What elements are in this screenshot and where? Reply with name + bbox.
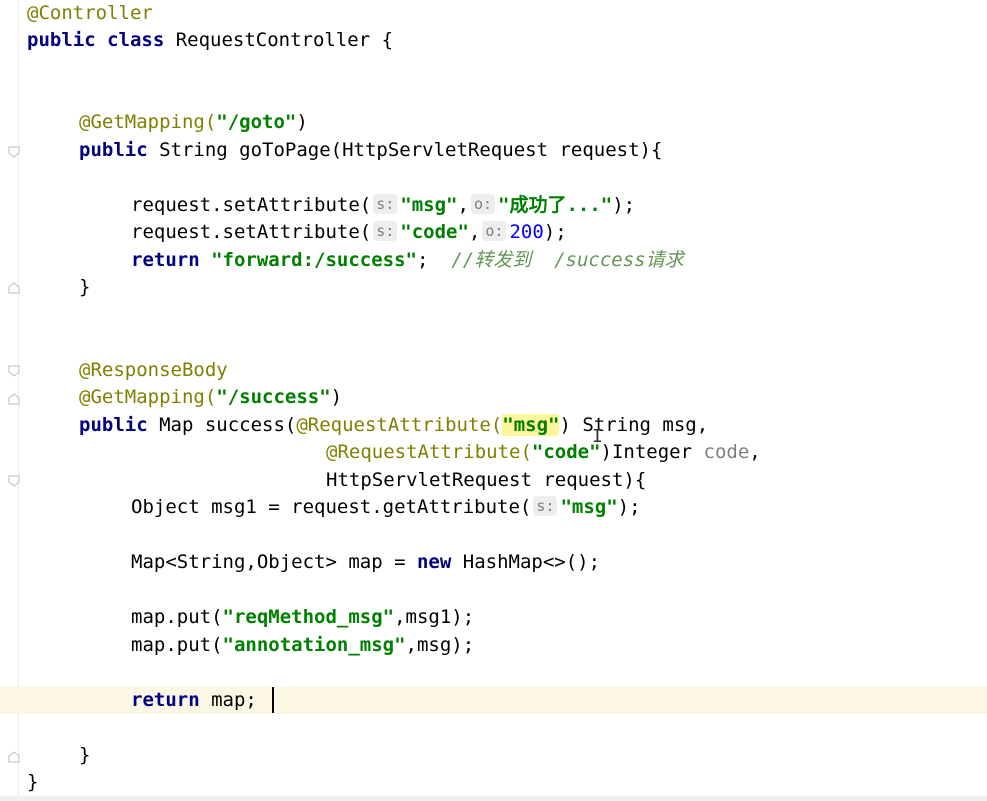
parameter-hint: s: xyxy=(373,194,398,214)
string-literal: "msg" xyxy=(400,194,458,216)
code-text: ); xyxy=(612,194,636,216)
code-text: ) xyxy=(330,386,343,408)
code-line[interactable]: @GetMapping("/success") xyxy=(79,384,342,411)
string-literal: "reqMethod_msg" xyxy=(222,606,395,628)
string-literal: "annotation_msg" xyxy=(222,634,406,656)
fold-open-icon[interactable] xyxy=(8,475,20,487)
code-line[interactable]: @RequestAttribute("code")Integer code, xyxy=(326,439,761,466)
code-text: request.setAttribute( xyxy=(131,194,372,216)
code-text: map; xyxy=(199,689,257,711)
code-text: ,msg1); xyxy=(394,606,475,628)
fold-open-icon[interactable] xyxy=(8,365,20,377)
code-line[interactable]: } xyxy=(79,742,90,769)
code-line[interactable]: @ResponseBody xyxy=(79,357,228,384)
code-text: request.setAttribute( xyxy=(131,221,372,243)
ibeam-cursor-icon: I xyxy=(592,426,603,447)
code-text: map.put( xyxy=(131,634,223,656)
code-text: HttpServletRequest request){ xyxy=(326,469,647,491)
number-literal: 200 xyxy=(509,221,544,243)
code-line[interactable]: } xyxy=(27,769,38,796)
annotation: @RequestAttribute( xyxy=(326,441,532,463)
code-text: , xyxy=(468,221,481,243)
code-line[interactable]: @GetMapping("/goto") xyxy=(79,109,308,136)
string-literal: "code" xyxy=(400,221,469,243)
string-literal: "成功了..." xyxy=(498,194,613,216)
unused-parameter: code xyxy=(703,441,750,463)
code-line[interactable]: map.put("reqMethod_msg",msg1); xyxy=(131,604,474,631)
code-text: Map success( xyxy=(147,414,297,436)
parameter-hint: o: xyxy=(482,221,507,241)
fold-close-icon[interactable] xyxy=(8,282,20,294)
code-text: HashMap<>(); xyxy=(451,551,601,573)
code-text: Object msg1 = request.getAttribute( xyxy=(131,496,532,518)
code-text: ) xyxy=(296,111,308,133)
code-line-current[interactable]: return map; xyxy=(131,687,257,714)
string-literal: "code" xyxy=(531,441,601,463)
code-line[interactable]: @Controller xyxy=(27,0,153,27)
code-text: , xyxy=(457,194,469,216)
code-line[interactable]: HttpServletRequest request){ xyxy=(326,467,646,494)
keyword: public class xyxy=(27,29,165,51)
code-text: ; xyxy=(417,249,429,271)
code-text: } xyxy=(79,276,91,298)
string-literal: "/goto" xyxy=(216,111,297,133)
code-text: RequestController { xyxy=(164,29,394,51)
code-text: map.put( xyxy=(131,606,223,628)
fold-close-icon[interactable] xyxy=(8,393,20,405)
string-literal: "/success" xyxy=(216,386,331,408)
code-line[interactable]: Map<String,Object> map = new HashMap<>()… xyxy=(131,549,600,576)
fold-close-icon[interactable] xyxy=(8,751,20,763)
code-line[interactable]: Object msg1 = request.getAttribute(s: "ms… xyxy=(131,494,641,521)
annotation: @Controller xyxy=(27,2,153,24)
parameter-hint: s: xyxy=(373,221,398,241)
annotation: @GetMapping( xyxy=(79,386,217,408)
parameter-hint: s: xyxy=(533,496,558,516)
code-text: ,msg); xyxy=(405,634,475,656)
code-text: )Integer xyxy=(600,441,704,463)
code-line[interactable]: public class RequestController { xyxy=(27,27,393,54)
code-line[interactable]: request.setAttribute(s: "msg", o: "成功了...")… xyxy=(131,192,635,219)
code-line[interactable]: return "forward:/success"; //转发到 /succes… xyxy=(131,247,684,274)
code-line[interactable]: public Map success(@RequestAttribute("ms… xyxy=(79,412,708,439)
code-line[interactable]: public String goToPage(HttpServletReques… xyxy=(79,137,662,164)
code-text: ); xyxy=(543,221,567,243)
keyword: public xyxy=(79,139,148,161)
code-text: String goToPage(HttpServletRequest reque… xyxy=(147,139,663,161)
comment: //转发到 /success请求 xyxy=(451,249,684,271)
parameter-hint: o: xyxy=(470,194,495,214)
horizontal-scrollbar[interactable] xyxy=(0,796,987,801)
string-literal: "forward:/success" xyxy=(211,249,417,271)
text-caret xyxy=(272,687,274,713)
code-text: ); xyxy=(617,496,641,518)
string-literal: "msg" xyxy=(560,496,618,518)
annotation: @ResponseBody xyxy=(79,359,228,381)
code-line[interactable]: map.put("annotation_msg",msg); xyxy=(131,632,474,659)
keyword: public xyxy=(79,414,148,436)
code-line[interactable]: request.setAttribute(s: "code", o: 200); xyxy=(131,219,567,246)
keyword: new xyxy=(416,551,452,573)
annotation: @GetMapping( xyxy=(79,111,217,133)
code-text: } xyxy=(79,744,91,766)
keyword: return xyxy=(131,689,200,711)
string-literal: "msg" xyxy=(502,414,560,436)
annotation: @RequestAttribute( xyxy=(296,414,503,436)
code-text: Map<String,Object> map = xyxy=(131,551,417,573)
code-text: ) String msg, xyxy=(559,414,709,436)
code-text: , xyxy=(749,441,761,463)
fold-open-icon[interactable] xyxy=(8,146,20,158)
code-line[interactable]: } xyxy=(79,274,90,301)
keyword: return xyxy=(131,249,200,271)
code-text: } xyxy=(27,771,39,793)
